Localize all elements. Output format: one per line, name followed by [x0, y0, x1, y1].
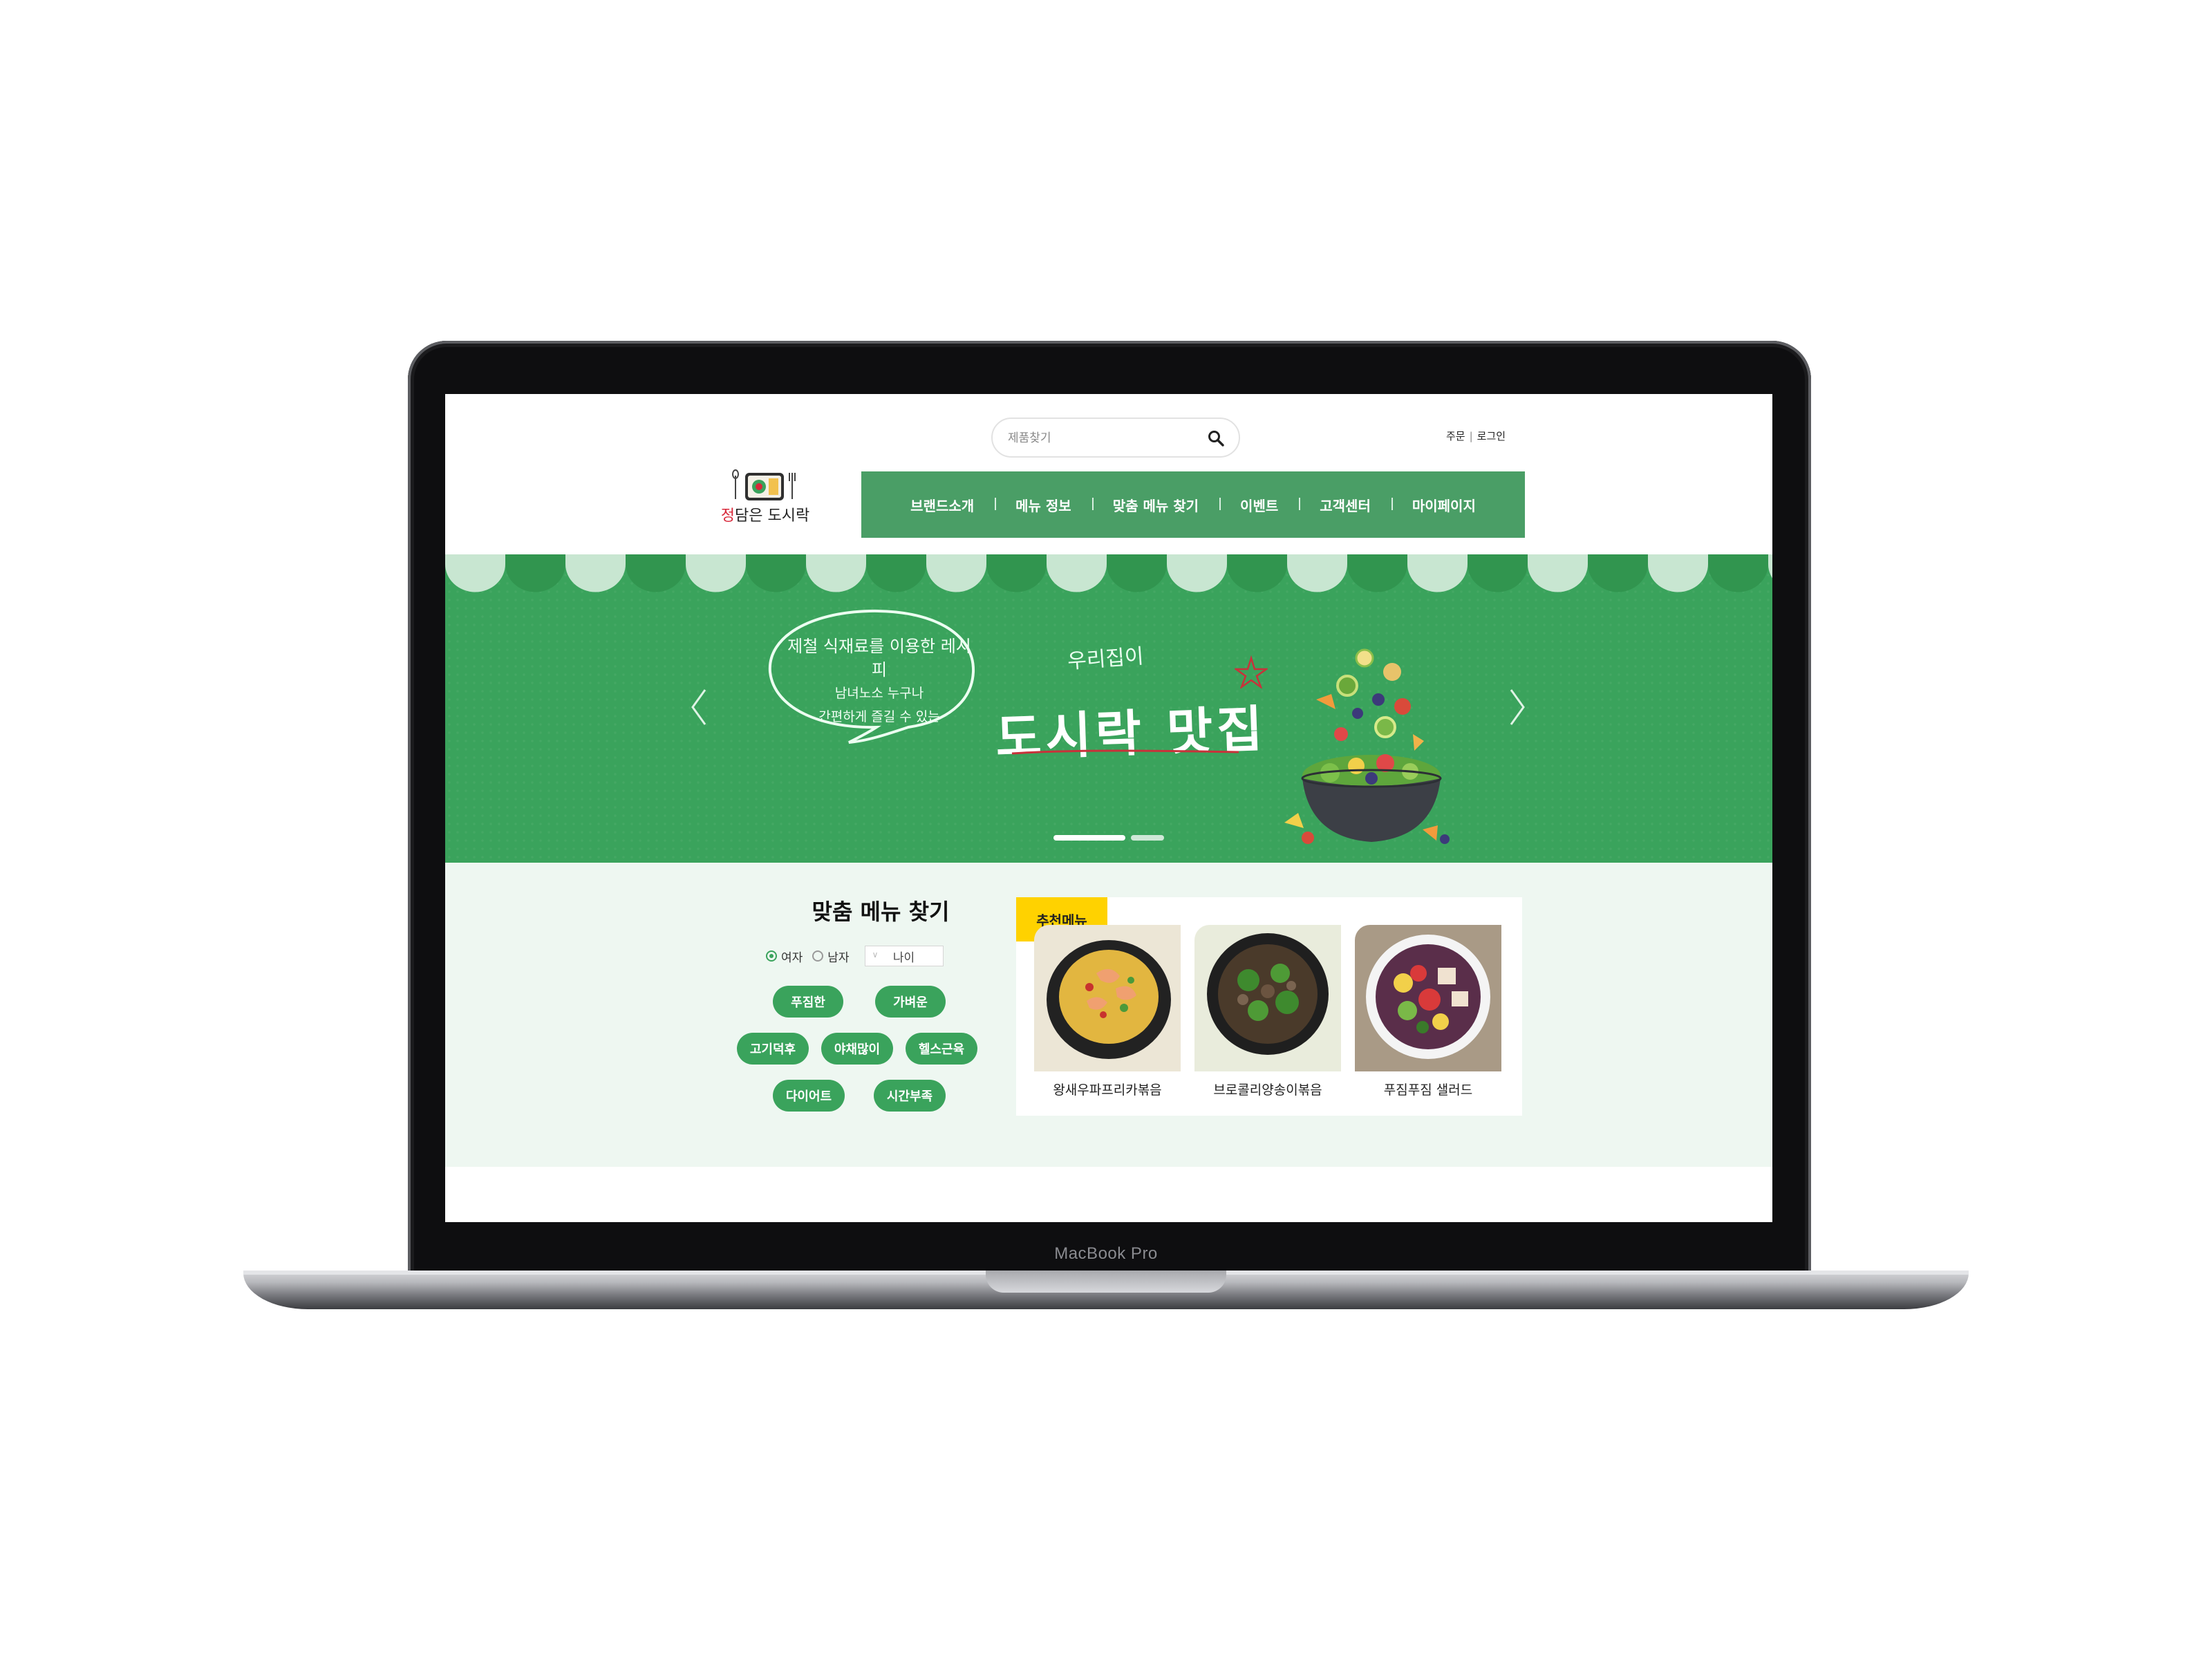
female-radio[interactable] [766, 950, 777, 962]
slide-pager [1053, 835, 1164, 841]
search-icon[interactable] [1207, 429, 1225, 447]
logo-text: 정담은 도시락 [720, 507, 810, 525]
bubble-line-1: 제철 식재료를 이용한 레시피 [787, 637, 971, 679]
gender-female-option[interactable]: 여자 [766, 948, 803, 965]
recommend-name-3: 푸짐푸짐 샐러드 [1383, 1082, 1473, 1098]
bubble-text: 제철 식재료를 이용한 레시피 남녀노소 누구나 간편하게 즐길 수 있는 [782, 635, 976, 729]
nav-menu-info[interactable]: 메뉴 정보 [995, 495, 1092, 515]
browser-screen: 주문|로그인 정담은 도시락 브랜드소개 메뉴 정보 맞춤 메뉴 찾기 이벤트 … [445, 394, 1772, 1222]
tag-diet[interactable]: 다이어트 [773, 1080, 845, 1112]
star-doodle-icon [1235, 655, 1268, 688]
salad-image [1355, 925, 1501, 1071]
lunchbox-logo-icon [732, 469, 796, 500]
tag-more-veggies[interactable]: 야채많이 [821, 1033, 893, 1065]
recommend-card-3[interactable]: 푸짐푸짐 샐러드 [1355, 925, 1501, 1098]
bubble-line-3: 간편하게 즐길 수 있는 [818, 709, 940, 724]
nav-custom-menu[interactable]: 맞춤 메뉴 찾기 [1091, 495, 1219, 515]
pager-dot-2[interactable] [1131, 835, 1164, 841]
salad-bowl-icon [1284, 648, 1450, 844]
broccoli-mushroom-image [1194, 925, 1341, 1071]
male-label: 남자 [827, 950, 850, 965]
nav-brand[interactable]: 브랜드소개 [890, 495, 995, 515]
female-label: 여자 [781, 950, 803, 965]
util-links: 주문 | 로그인 [1446, 430, 1506, 442]
chevron-down-icon: ∨ [872, 950, 879, 959]
finder-title: 맞춤 메뉴 찾기 [812, 899, 950, 925]
tag-light[interactable]: 가벼운 [875, 986, 946, 1018]
bezel-model-label: MacBook Pro [1054, 1244, 1158, 1263]
recommend-card-2[interactable]: 브로콜리양송이볶음 [1194, 925, 1341, 1098]
next-slide-arrow-icon[interactable] [1503, 683, 1530, 731]
age-select[interactable]: ∨ 나이 [864, 946, 944, 966]
pager-dot-1[interactable] [1053, 835, 1125, 841]
tag-no-time[interactable]: 시간부족 [874, 1080, 946, 1112]
hero-subtitle: 우리집이 [1067, 644, 1145, 674]
recommend-card-1[interactable]: 왕새우파프리카볶음 [1034, 925, 1181, 1098]
hero-title: 도시락 맛집 [994, 699, 1268, 767]
nav-mypage[interactable]: 마이페이지 [1391, 495, 1497, 515]
awning-scallops [445, 554, 1772, 592]
custom-menu-section: 맞춤 메뉴 찾기 여자 남자 ∨ 나이 푸짐한 가벼운 고기덕후 야채많이 헬스근… [445, 863, 1772, 1167]
search-input[interactable] [1006, 427, 1196, 449]
age-placeholder: 나이 [892, 950, 915, 965]
site-logo[interactable]: 정담은 도시락 [713, 469, 817, 528]
recommend-name-1: 왕새우파프리카볶음 [1053, 1082, 1162, 1098]
prev-slide-arrow-icon[interactable] [686, 683, 713, 731]
tag-meat-lover[interactable]: 고기덕후 [737, 1033, 809, 1065]
shrimp-paprika-image [1034, 925, 1181, 1071]
main-nav: 브랜드소개 메뉴 정보 맞춤 메뉴 찾기 이벤트 고객센터 마이페이지 [861, 471, 1525, 538]
recommend-panel: 추천메뉴 왕새우파프리카볶음 브로콜리양송이볶음 푸짐푸짐 샐러드 [1016, 897, 1522, 1116]
bubble-line-2: 남녀노소 누구나 [834, 686, 924, 701]
order-link[interactable]: 주문 [1446, 430, 1465, 442]
tag-fitness[interactable]: 헬스근육 [906, 1033, 977, 1065]
tag-hearty[interactable]: 푸짐한 [773, 986, 843, 1018]
search-box [991, 418, 1240, 458]
nav-customer-center[interactable]: 고객센터 [1299, 495, 1391, 515]
recommend-name-2: 브로콜리양송이볶음 [1213, 1082, 1322, 1098]
laptop-opening-notch [986, 1271, 1226, 1293]
male-radio[interactable] [812, 950, 824, 962]
hero-underline [1011, 749, 1239, 755]
gender-male-option[interactable]: 남자 [812, 948, 850, 965]
hero-banner: 제철 식재료를 이용한 레시피 남녀노소 누구나 간편하게 즐길 수 있는 우리… [445, 554, 1772, 863]
gender-age-row: 여자 남자 ∨ 나이 [766, 946, 1001, 966]
nav-event[interactable]: 이벤트 [1219, 495, 1299, 515]
login-link[interactable]: 로그인 [1477, 430, 1506, 442]
